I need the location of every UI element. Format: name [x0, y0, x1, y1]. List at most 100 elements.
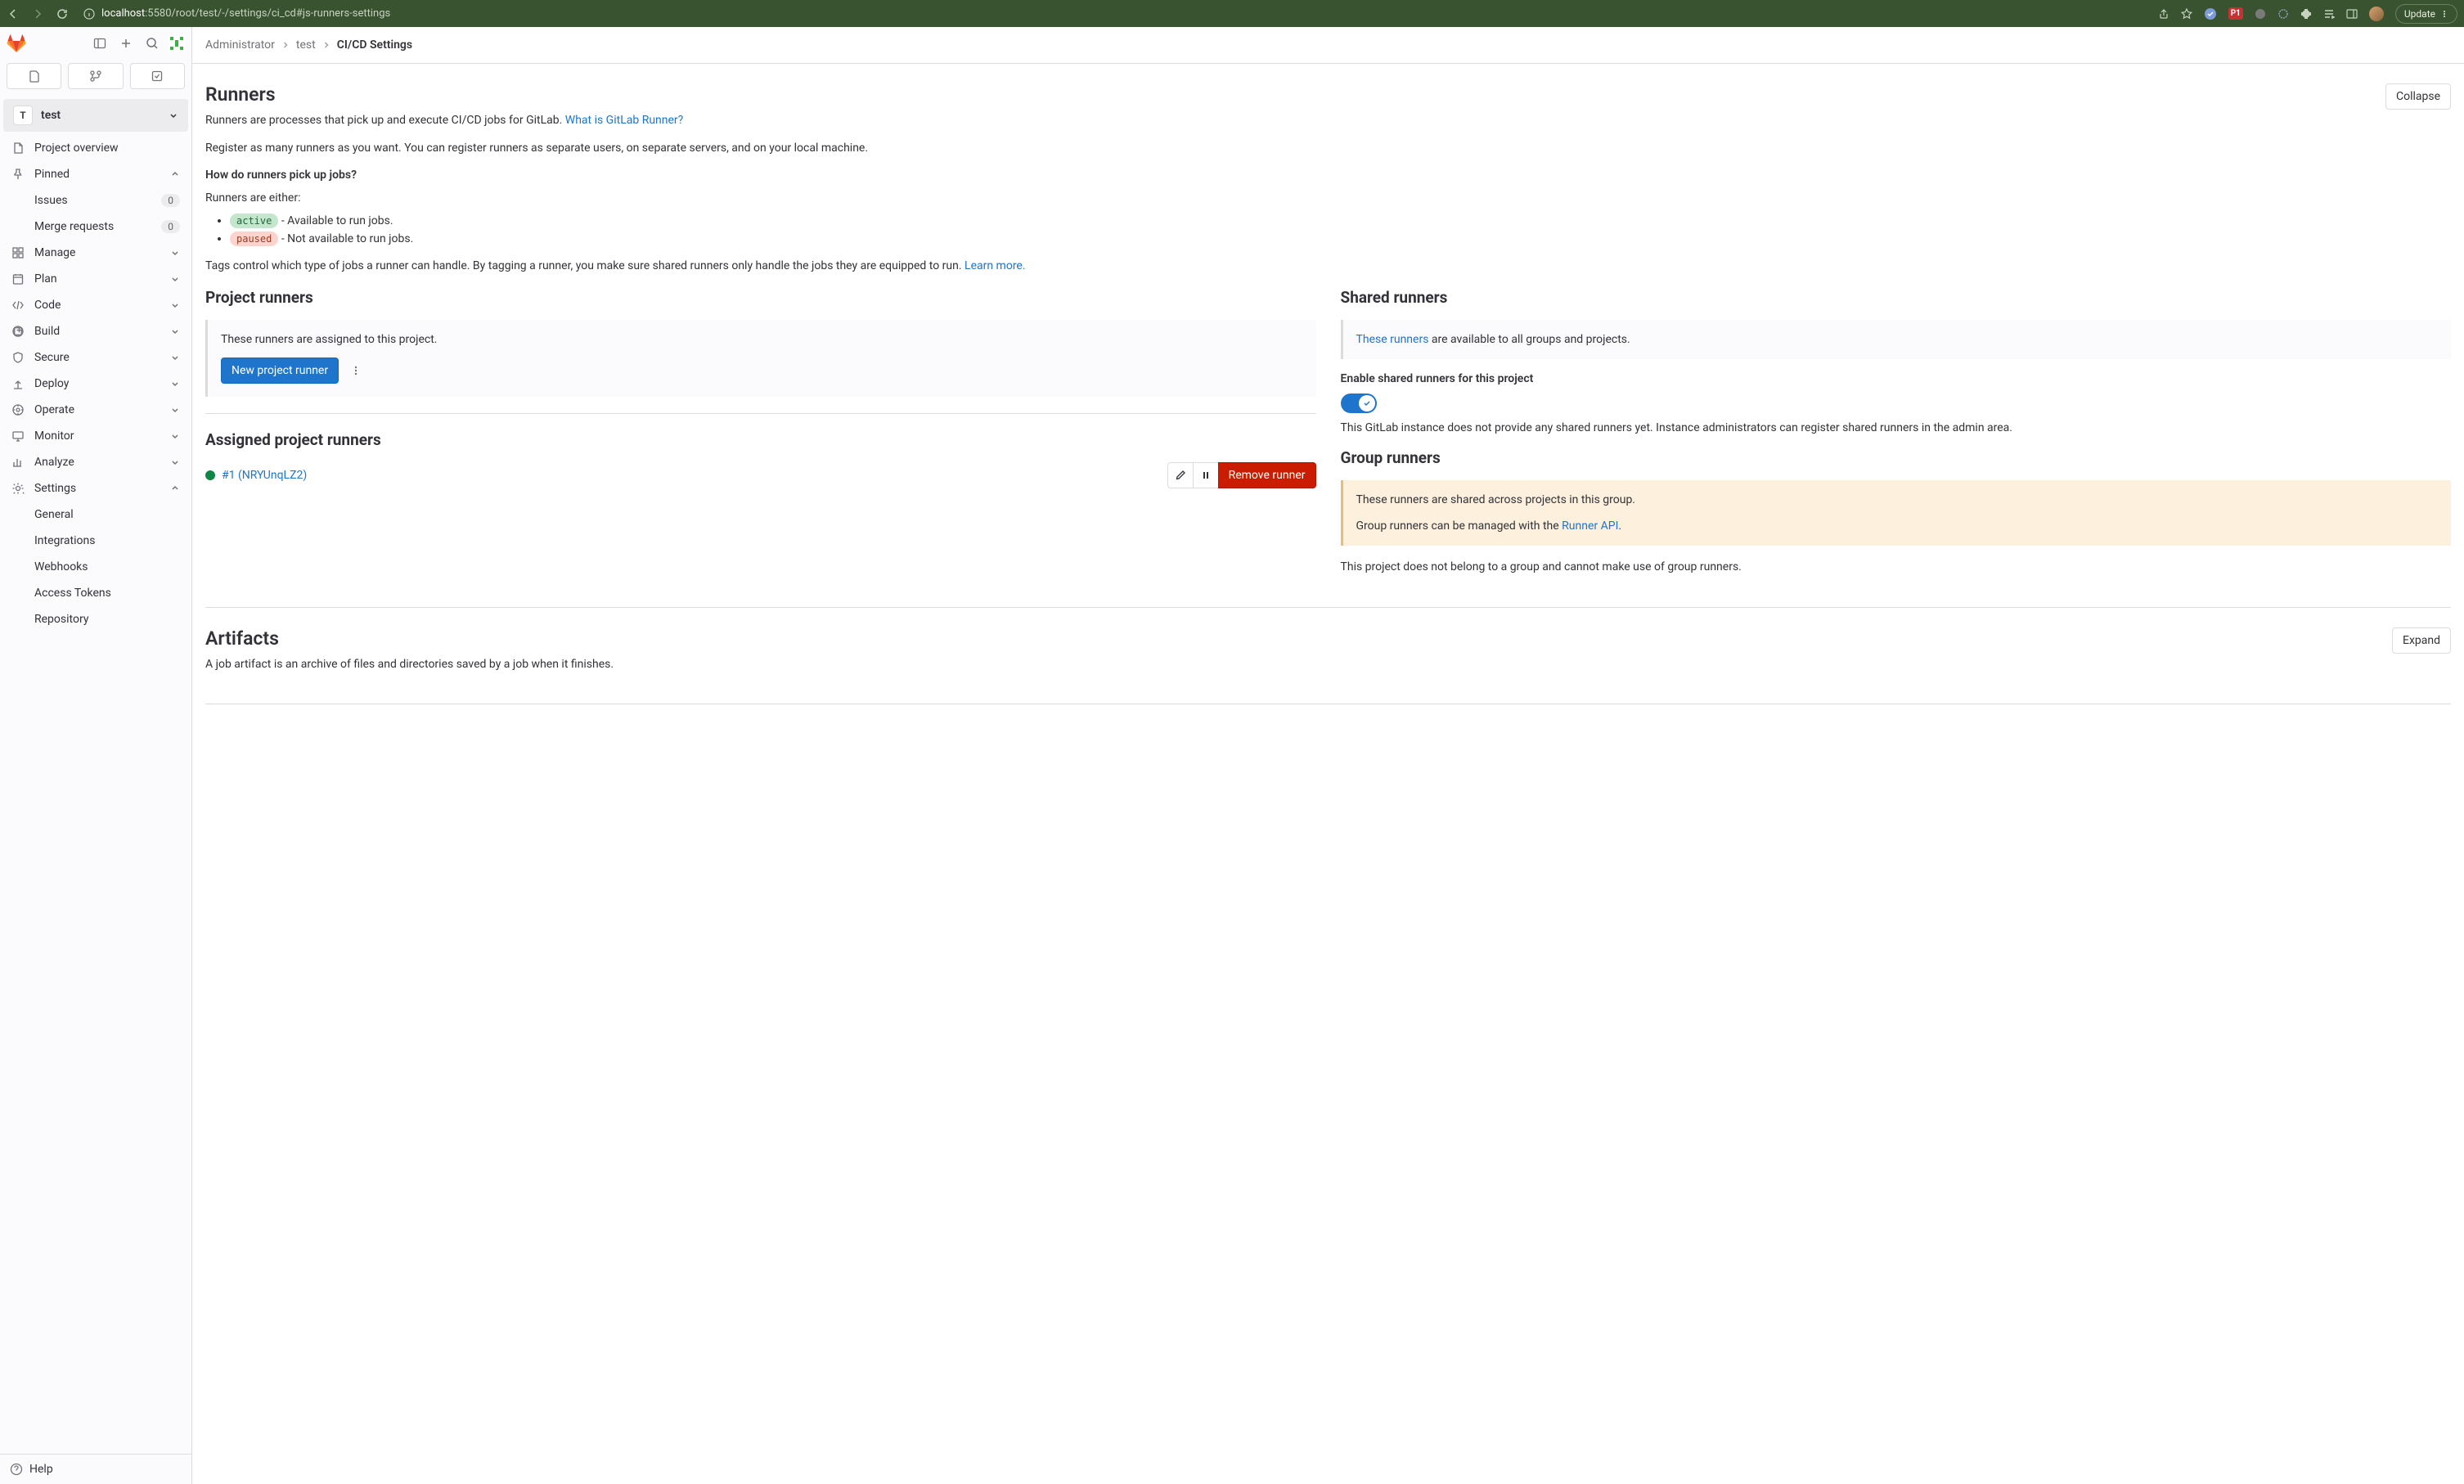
group-desc2: Group runners can be managed with the Ru…: [1356, 519, 2439, 533]
project-runners-desc: These runners are assigned to this proje…: [221, 333, 1303, 346]
section-runners: Runners Runners are processes that pick …: [205, 83, 2451, 608]
tags-text: Tags control which type of jobs a runner…: [205, 258, 2451, 275]
sidebar-item-integrations[interactable]: Integrations: [3, 528, 188, 554]
sidebar-item-repository[interactable]: Repository: [3, 606, 188, 632]
section-artifacts: Artifacts A job artifact is an archive o…: [205, 627, 2451, 704]
sidebar-help[interactable]: Help: [0, 1454, 191, 1484]
expand-artifacts-button[interactable]: Expand: [2392, 627, 2451, 654]
build-icon: [11, 325, 25, 338]
site-info-icon[interactable]: [83, 8, 95, 20]
artifacts-heading: Artifacts: [205, 627, 614, 650]
sidebar-item-plan[interactable]: Plan: [3, 266, 188, 292]
sidebar-project-header[interactable]: T test: [3, 99, 188, 132]
plus-icon[interactable]: [116, 34, 136, 53]
either-text: Runners are either:: [205, 190, 2451, 207]
analyze-icon: [11, 456, 25, 469]
breadcrumb-sep: [322, 41, 330, 49]
extension-badge-p1[interactable]: P1: [2228, 7, 2243, 20]
reload-icon[interactable]: [56, 7, 69, 20]
sidebar-item-settings[interactable]: Settings: [3, 475, 188, 501]
chevron-down-icon: [170, 379, 180, 389]
shortcut-file[interactable]: [7, 63, 61, 89]
monitor-icon: [11, 429, 25, 443]
status-paused-item: paused - Not available to run jobs.: [230, 232, 2451, 246]
chevron-down-icon: [170, 300, 180, 310]
shield-icon: [11, 351, 25, 364]
extension-icon-1[interactable]: [2204, 7, 2217, 20]
back-icon[interactable]: [7, 7, 20, 20]
project-runners-box: These runners are assigned to this proje…: [205, 320, 1316, 397]
url-bar[interactable]: localhost:5580/root/test/-/settings/ci_c…: [75, 7, 2152, 20]
share-icon[interactable]: [2158, 8, 2169, 20]
runner-api-link[interactable]: Runner API: [1562, 519, 1618, 533]
chevron-up-icon: [170, 483, 180, 493]
sidebar-item-pinned[interactable]: Pinned: [3, 161, 188, 187]
shared-note: This GitLab instance does not provide an…: [1341, 420, 2452, 437]
chevron-down-icon: [170, 457, 180, 467]
profile-avatar[interactable]: [2369, 7, 2384, 21]
sidebar-item-overview[interactable]: Project overview: [3, 135, 188, 161]
group-note: This project does not belong to a group …: [1341, 559, 2452, 576]
sidebar-item-access-tokens[interactable]: Access Tokens: [3, 580, 188, 606]
more-icon[interactable]: [347, 362, 365, 380]
help-icon: [10, 1463, 23, 1476]
sidebar-item-operate[interactable]: Operate: [3, 397, 188, 423]
shortcut-todo[interactable]: [130, 63, 185, 89]
gitlab-logo[interactable]: [7, 34, 26, 53]
runners-heading: Runners: [205, 83, 683, 106]
sidebar-toggle-icon[interactable]: [90, 34, 110, 53]
runner-link[interactable]: #1 (NRYUnqLZ2): [205, 469, 307, 482]
playlist-icon[interactable]: [2323, 8, 2335, 20]
extensions-menu-icon[interactable]: [2300, 8, 2312, 20]
browser-chrome: localhost:5580/root/test/-/settings/ci_c…: [0, 0, 2464, 27]
shortcut-branch[interactable]: [68, 63, 123, 89]
group-runners-head: Group runners: [1341, 448, 2452, 467]
issues-badge: 0: [161, 194, 180, 207]
these-runners-link[interactable]: These runners: [1356, 333, 1429, 346]
sidebar-item-build[interactable]: Build: [3, 318, 188, 344]
crumb-cicd: CI/CD Settings: [337, 38, 412, 52]
panel-icon[interactable]: [2346, 8, 2358, 20]
crumb-test[interactable]: test: [296, 38, 316, 52]
new-project-runner-button[interactable]: New project runner: [221, 358, 339, 384]
sidebar-item-general[interactable]: General: [3, 501, 188, 528]
project-name: test: [41, 109, 160, 122]
sidebar-item-merge-requests[interactable]: Merge requests 0: [3, 214, 188, 240]
collapse-button[interactable]: Collapse: [2385, 83, 2451, 110]
status-dot-online: [205, 470, 215, 480]
overview-icon: [11, 142, 25, 155]
sidebar-item-analyze[interactable]: Analyze: [3, 449, 188, 475]
shared-runners-toggle[interactable]: [1341, 393, 1377, 413]
register-text: Register as many runners as you want. Yo…: [205, 140, 2451, 157]
extension-icon-2[interactable]: [2255, 8, 2266, 20]
update-button[interactable]: Update: [2395, 4, 2457, 24]
chevron-down-icon: [170, 431, 180, 441]
user-avatar[interactable]: [169, 35, 185, 52]
search-icon[interactable]: [142, 34, 162, 53]
sidebar-item-code[interactable]: Code: [3, 292, 188, 318]
extension-icon-3[interactable]: [2277, 8, 2289, 20]
runners-desc: Runners are processes that pick up and e…: [205, 114, 683, 127]
sidebar-item-monitor[interactable]: Monitor: [3, 423, 188, 449]
crumb-administrator[interactable]: Administrator: [205, 38, 275, 52]
what-is-runner-link[interactable]: What is GitLab Runner?: [565, 114, 684, 127]
sidebar-item-secure[interactable]: Secure: [3, 344, 188, 371]
code-icon: [11, 299, 25, 312]
shared-runners-box: These runners are available to all group…: [1341, 320, 2452, 359]
enable-shared-label: Enable shared runners for this project: [1341, 372, 2452, 385]
group-desc1: These runners are shared across projects…: [1356, 493, 2439, 506]
plan-icon: [11, 272, 25, 286]
forward-icon[interactable]: [31, 7, 44, 20]
bookmark-icon[interactable]: [2181, 8, 2192, 20]
sidebar-item-manage[interactable]: Manage: [3, 240, 188, 266]
sidebar-item-webhooks[interactable]: Webhooks: [3, 554, 188, 580]
sidebar-item-issues[interactable]: Issues 0: [3, 187, 188, 214]
sidebar-item-deploy[interactable]: Deploy: [3, 371, 188, 397]
edit-runner-button[interactable]: [1167, 462, 1193, 488]
pause-runner-button[interactable]: [1193, 462, 1218, 488]
learn-more-link[interactable]: Learn more.: [964, 259, 1026, 272]
remove-runner-button[interactable]: Remove runner: [1218, 462, 1316, 488]
divider: [205, 413, 1316, 414]
group-runners-box: These runners are shared across projects…: [1341, 480, 2452, 546]
active-pill: active: [230, 214, 278, 228]
